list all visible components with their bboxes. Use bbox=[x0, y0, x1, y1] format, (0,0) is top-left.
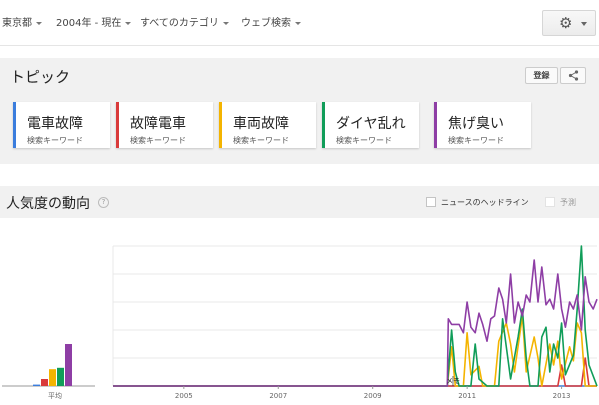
category-filter-label: すべてのカテゴリ bbox=[140, 18, 219, 29]
question-icon[interactable]: ? bbox=[98, 197, 109, 208]
topic-color-bar bbox=[434, 102, 437, 148]
category-filter[interactable]: すべてのカテゴリ bbox=[140, 14, 229, 29]
topic-card[interactable]: 焦げ臭い 検索キーワード bbox=[434, 102, 531, 148]
chevron-down-icon bbox=[125, 21, 132, 25]
trend-header: 人気度の動向 ? ニュースのヘッドライン 予測 bbox=[0, 186, 599, 218]
x-tick-label: 2013 bbox=[553, 392, 571, 400]
gear-icon: ⚙ bbox=[559, 14, 573, 32]
average-bar bbox=[33, 384, 40, 386]
trend-chart: 2005 2007 2009 2011 2013 平均 メモ bbox=[2, 245, 598, 400]
topic-type: 検索キーワード bbox=[130, 136, 186, 145]
x-tick-label: 2005 bbox=[175, 392, 193, 400]
topic-type: 検索キーワード bbox=[448, 136, 504, 145]
chevron-down-icon bbox=[222, 21, 229, 25]
save-button[interactable]: 登録 bbox=[525, 67, 558, 84]
topic-color-bar bbox=[13, 102, 16, 148]
settings-button[interactable]: ⚙ bbox=[542, 10, 596, 36]
average-bar bbox=[49, 369, 56, 386]
x-tick-label: 2007 bbox=[269, 392, 287, 400]
topic-card[interactable]: ダイヤ乱れ 検索キーワード bbox=[322, 102, 419, 148]
top-filter-bar: 東京都 2004年 - 現在 すべてのカテゴリ ウェブ検索 ⚙ bbox=[0, 0, 599, 46]
share-icon bbox=[568, 70, 579, 81]
chart-labels: 2005 2007 2009 2011 2013 平均 メモ bbox=[48, 376, 570, 400]
news-headlines-label: ニュースのヘッドライン bbox=[441, 198, 529, 207]
series-line bbox=[113, 259, 598, 387]
note-marker-label: メモ bbox=[446, 377, 460, 385]
region-filter-label: 東京都 bbox=[2, 18, 32, 29]
average-label: 平均 bbox=[48, 391, 62, 400]
period-filter[interactable]: 2004年 - 現在 bbox=[56, 14, 132, 29]
topic-name: 故障電車 bbox=[130, 116, 186, 132]
forecast-label: 予測 bbox=[560, 198, 576, 207]
topic-color-bar bbox=[116, 102, 119, 148]
topic-card[interactable]: 電車故障 検索キーワード bbox=[13, 102, 110, 148]
topic-name: ダイヤ乱れ bbox=[336, 116, 406, 132]
topic-type: 検索キーワード bbox=[233, 136, 289, 145]
topic-name: 電車故障 bbox=[27, 116, 83, 132]
average-bar bbox=[65, 344, 72, 386]
topic-type: 検索キーワード bbox=[27, 136, 83, 145]
topic-type: 検索キーワード bbox=[336, 136, 392, 145]
topic-name: 焦げ臭い bbox=[448, 116, 504, 132]
chevron-down-icon bbox=[36, 21, 42, 25]
trend-lines bbox=[113, 245, 598, 387]
news-headlines-checkbox[interactable] bbox=[426, 197, 436, 207]
average-bar bbox=[41, 379, 48, 386]
search-type-filter[interactable]: ウェブ検索 bbox=[241, 14, 301, 29]
average-bar bbox=[57, 367, 64, 386]
series-line bbox=[113, 245, 598, 387]
topics-header: トピック 登録 bbox=[0, 58, 599, 94]
x-tick-label: 2009 bbox=[364, 392, 382, 400]
topic-card[interactable]: 車両故障 検索キーワード bbox=[219, 102, 316, 148]
average-bars bbox=[33, 344, 72, 386]
chart-grid bbox=[2, 245, 597, 387]
topics-title: トピック bbox=[10, 68, 71, 86]
region-filter[interactable]: 東京都 bbox=[2, 14, 42, 29]
topic-name: 車両故障 bbox=[233, 116, 289, 132]
chevron-down-icon bbox=[581, 22, 587, 26]
topic-color-bar bbox=[219, 102, 222, 148]
forecast-checkbox[interactable] bbox=[545, 197, 555, 207]
search-type-filter-label: ウェブ検索 bbox=[241, 18, 291, 29]
topic-card[interactable]: 故障電車 検索キーワード bbox=[116, 102, 213, 148]
topic-color-bar bbox=[322, 102, 325, 148]
topic-cards: 電車故障 検索キーワード 故障電車 検索キーワード 車両故障 検索キーワード ダ… bbox=[0, 94, 599, 164]
series-line bbox=[113, 357, 597, 387]
trend-chart-area: 2005 2007 2009 2011 2013 平均 メモ bbox=[0, 218, 599, 405]
period-filter-label: 2004年 - 現在 bbox=[56, 18, 122, 29]
share-button[interactable] bbox=[560, 67, 586, 84]
chevron-down-icon bbox=[295, 21, 301, 25]
x-tick-label: 2011 bbox=[458, 392, 476, 400]
trend-title: 人気度の動向 bbox=[6, 196, 90, 212]
